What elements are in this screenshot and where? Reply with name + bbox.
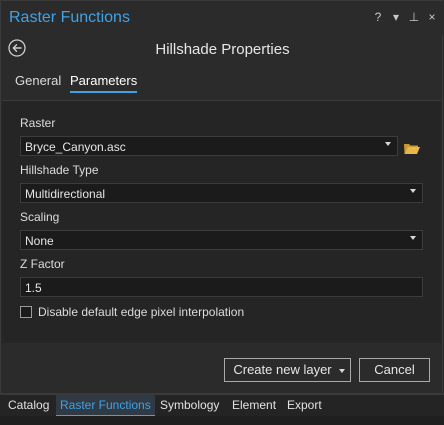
tab-catalog[interactable]: Catalog bbox=[8, 398, 49, 412]
chevron-down-icon bbox=[410, 236, 416, 240]
edge-interpolation-checkbox[interactable] bbox=[20, 306, 32, 318]
pane-titlebar: Raster Functions ? ▾ ⊥ × bbox=[1, 1, 444, 35]
tab-parameters[interactable]: Parameters bbox=[70, 73, 138, 93]
z-factor-label: Z Factor bbox=[20, 257, 65, 271]
page-title: Hillshade Properties bbox=[155, 41, 290, 58]
close-button[interactable]: × bbox=[426, 10, 438, 24]
hillshade-type-dropdown[interactable]: Multidirectional bbox=[20, 183, 423, 203]
cancel-button[interactable]: Cancel bbox=[359, 358, 430, 382]
property-tabs: General Parameters bbox=[1, 71, 444, 95]
properties-header: Hillshade Properties bbox=[1, 35, 444, 63]
pin-button[interactable]: ⊥ bbox=[408, 10, 420, 24]
tab-element[interactable]: Element bbox=[232, 398, 276, 412]
z-factor-value: 1.5 bbox=[25, 281, 42, 295]
tab-general[interactable]: General bbox=[15, 73, 61, 91]
pane-title: Raster Functions bbox=[9, 9, 130, 26]
raster-functions-pane: Raster Functions ? ▾ ⊥ × Hillshade Prope… bbox=[0, 0, 444, 394]
tab-export[interactable]: Export bbox=[287, 398, 322, 412]
dialog-footer: Create new layer Cancel bbox=[2, 343, 441, 393]
pane-controls: ? ▾ ⊥ × bbox=[372, 10, 438, 24]
scaling-value: None bbox=[25, 234, 54, 248]
chevron-down-icon[interactable] bbox=[339, 369, 345, 373]
folder-icon[interactable] bbox=[403, 141, 421, 155]
chevron-down-icon bbox=[385, 142, 391, 146]
raster-dropdown[interactable]: Bryce_Canyon.asc bbox=[20, 136, 398, 156]
pane-tab-strip: Catalog Raster Functions Symbology Eleme… bbox=[0, 394, 444, 417]
chevron-down-icon bbox=[410, 189, 416, 193]
hillshade-type-label: Hillshade Type bbox=[20, 163, 99, 177]
hillshade-type-value: Multidirectional bbox=[25, 187, 106, 201]
create-new-layer-label: Create new layer bbox=[233, 362, 332, 377]
scaling-dropdown[interactable]: None bbox=[20, 230, 423, 250]
parameters-panel: Raster Bryce_Canyon.asc Hillshade Type M… bbox=[2, 100, 441, 344]
tab-symbology[interactable]: Symbology bbox=[160, 398, 219, 412]
raster-label: Raster bbox=[20, 116, 56, 130]
help-button[interactable]: ? bbox=[372, 10, 384, 24]
status-strip bbox=[0, 416, 444, 425]
tab-raster-functions[interactable]: Raster Functions bbox=[56, 395, 155, 417]
scaling-label: Scaling bbox=[20, 210, 60, 224]
z-factor-input[interactable]: 1.5 bbox=[20, 277, 423, 297]
edge-interpolation-label: Disable default edge pixel interpolation bbox=[38, 305, 245, 319]
pane-menu-button[interactable]: ▾ bbox=[390, 10, 402, 24]
create-new-layer-button[interactable]: Create new layer bbox=[224, 358, 351, 382]
raster-value: Bryce_Canyon.asc bbox=[25, 140, 126, 154]
